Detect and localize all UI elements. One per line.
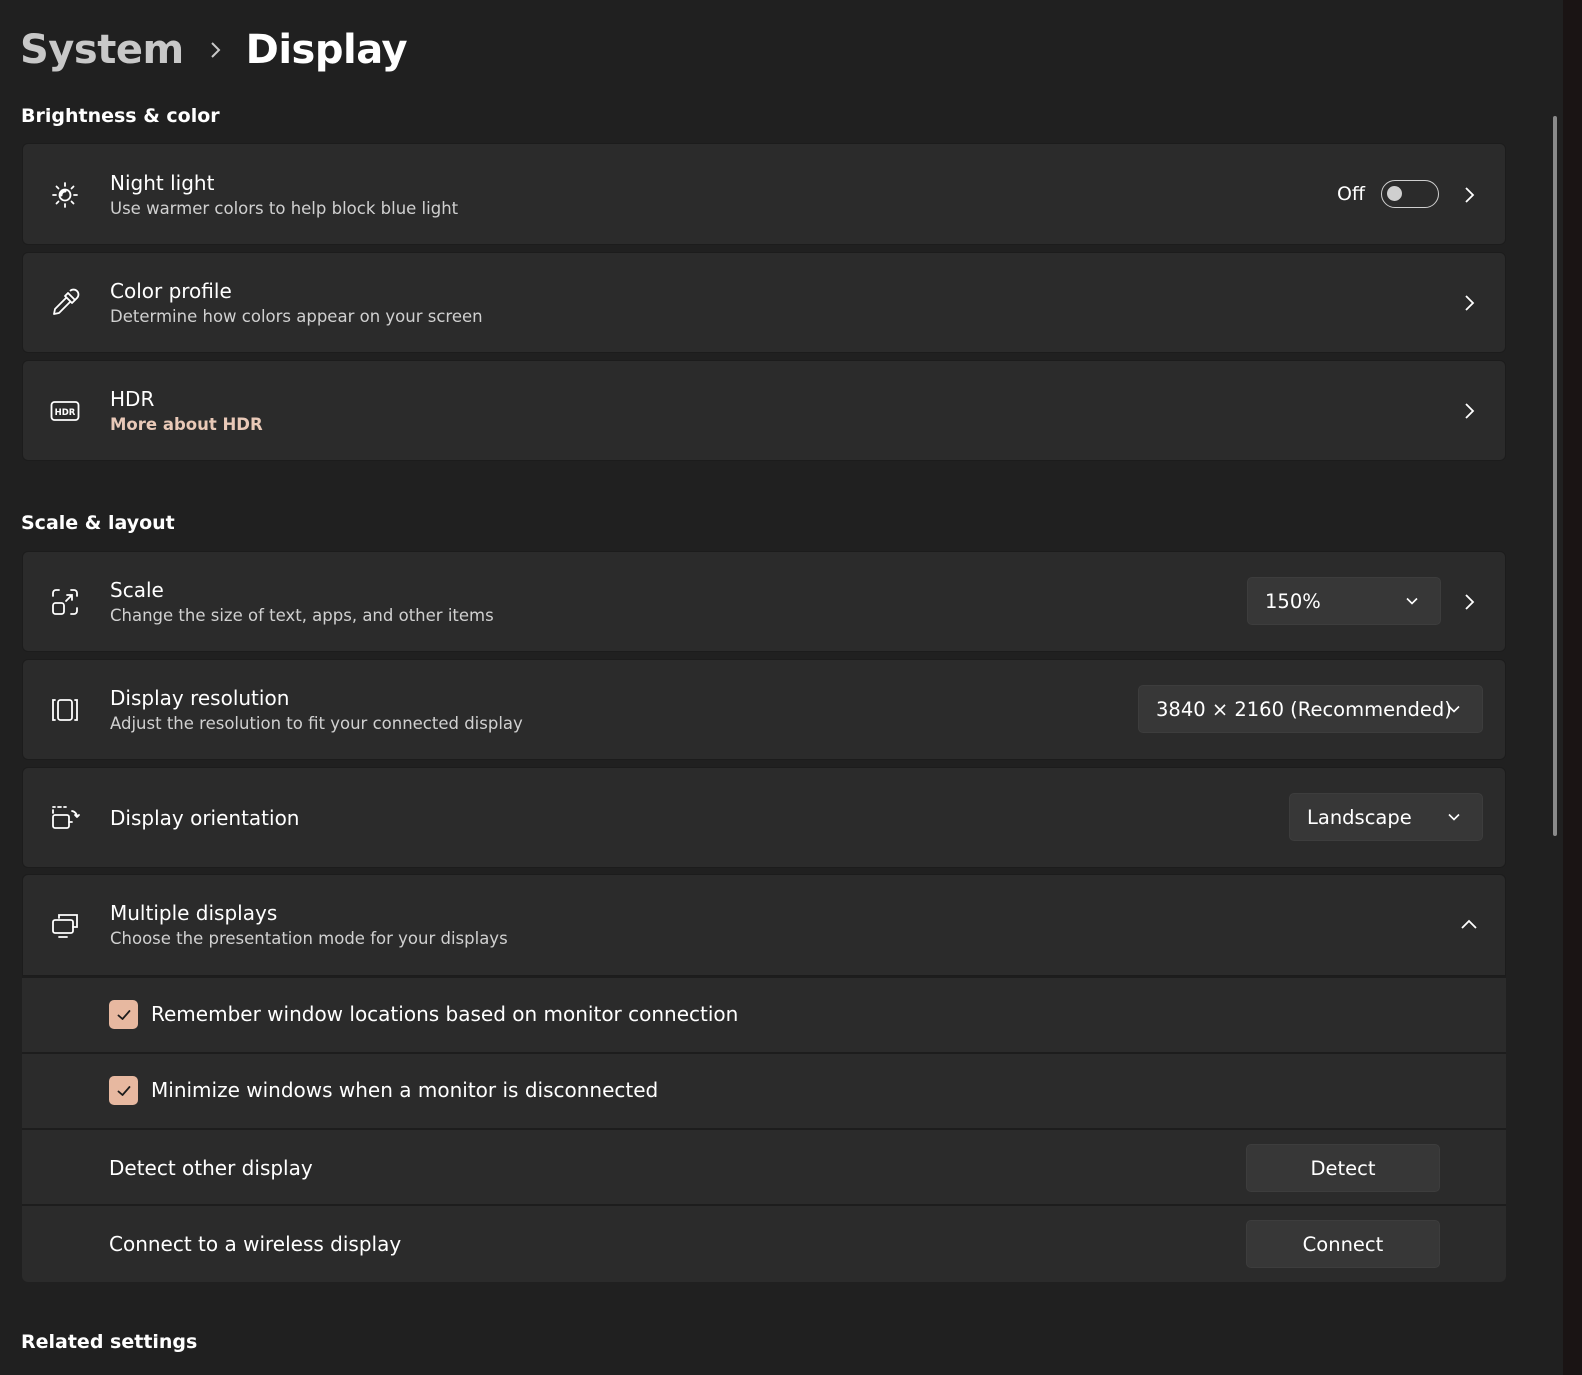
minimize-windows-checkbox[interactable] <box>109 1076 138 1105</box>
vertical-scrollbar[interactable] <box>1553 116 1557 836</box>
chevron-down-icon <box>1404 593 1420 609</box>
breadcrumb: System Display <box>20 22 408 78</box>
scale-row[interactable]: Scale Change the size of text, apps, and… <box>22 551 1506 652</box>
chevron-up-icon[interactable] <box>1459 915 1479 935</box>
multiple-displays-header[interactable]: Multiple displays Choose the presentatio… <box>22 874 1506 976</box>
chevron-down-icon <box>1446 701 1462 717</box>
minimize-windows-row: Minimize windows when a monitor is disco… <box>22 1052 1506 1128</box>
display-orientation-row: Display orientation Landscape <box>22 767 1506 868</box>
color-profile-title: Color profile <box>110 279 232 303</box>
chevron-right-icon[interactable] <box>1459 185 1479 205</box>
orientation-icon <box>49 802 81 834</box>
hdr-more-link[interactable]: More about HDR <box>110 415 263 434</box>
eyedropper-icon <box>49 287 81 319</box>
detect-button[interactable]: Detect <box>1246 1144 1440 1192</box>
night-light-toggle[interactable] <box>1381 180 1439 208</box>
svg-text:HDR: HDR <box>55 408 76 418</box>
remember-window-locations-label[interactable]: Remember window locations based on monit… <box>151 1002 738 1026</box>
resolution-value: 3840 × 2160 (Recommended) <box>1156 697 1452 721</box>
orientation-value: Landscape <box>1307 805 1412 829</box>
resolution-dropdown[interactable]: 3840 × 2160 (Recommended) <box>1138 685 1483 733</box>
page-title: Display <box>245 27 408 73</box>
chevron-right-icon[interactable] <box>1459 293 1479 313</box>
multiple-displays-title: Multiple displays <box>110 901 278 925</box>
display-resolution-subtitle: Adjust the resolution to fit your connec… <box>110 714 523 733</box>
night-light-subtitle: Use warmer colors to help block blue lig… <box>110 199 459 218</box>
display-resolution-row: Display resolution Adjust the resolution… <box>22 659 1506 760</box>
multiple-displays-subtitle: Choose the presentation mode for your di… <box>110 929 508 948</box>
hdr-row[interactable]: HDR HDR More about HDR <box>22 360 1506 461</box>
scale-icon <box>49 586 81 618</box>
scale-subtitle: Change the size of text, apps, and other… <box>110 606 494 625</box>
chevron-right-icon[interactable] <box>1459 401 1479 421</box>
connect-button[interactable]: Connect <box>1246 1220 1440 1268</box>
section-title-related: Related settings <box>21 1331 198 1353</box>
night-light-title: Night light <box>110 171 215 195</box>
night-light-row[interactable]: Night light Use warmer colors to help bl… <box>22 143 1506 245</box>
color-profile-subtitle: Determine how colors appear on your scre… <box>110 307 483 326</box>
display-orientation-title: Display orientation <box>110 806 300 830</box>
detect-display-label: Detect other display <box>109 1156 313 1180</box>
scale-dropdown[interactable]: 150% <box>1247 577 1441 625</box>
wireless-display-row: Connect to a wireless display Connect <box>22 1204 1506 1282</box>
chevron-down-icon <box>1446 809 1462 825</box>
display-resolution-title: Display resolution <box>110 686 290 710</box>
window-edge <box>1563 0 1582 1375</box>
section-title-scale: Scale & layout <box>21 512 175 534</box>
detect-display-row: Detect other display Detect <box>22 1128 1506 1204</box>
brightness-icon <box>49 179 81 211</box>
hdr-title: HDR <box>110 387 155 411</box>
wireless-display-label: Connect to a wireless display <box>109 1232 402 1256</box>
section-title-brightness: Brightness & color <box>21 105 220 127</box>
scale-title: Scale <box>110 578 164 602</box>
hdr-icon: HDR <box>49 395 81 427</box>
resolution-icon <box>49 694 81 726</box>
breadcrumb-system-link[interactable]: System <box>20 27 184 73</box>
night-light-toggle-group: Off <box>1337 180 1439 208</box>
scale-value: 150% <box>1265 589 1321 613</box>
minimize-windows-label[interactable]: Minimize windows when a monitor is disco… <box>151 1078 658 1102</box>
breadcrumb-chevron-icon <box>184 40 246 60</box>
remember-window-locations-row: Remember window locations based on monit… <box>22 976 1506 1052</box>
orientation-dropdown[interactable]: Landscape <box>1289 793 1483 841</box>
remember-window-locations-checkbox[interactable] <box>109 1000 138 1029</box>
night-light-state-label: Off <box>1336 183 1365 205</box>
toggle-knob <box>1387 186 1402 201</box>
multiple-displays-icon <box>49 909 81 941</box>
color-profile-row[interactable]: Color profile Determine how colors appea… <box>22 252 1506 353</box>
chevron-right-icon[interactable] <box>1459 592 1479 612</box>
